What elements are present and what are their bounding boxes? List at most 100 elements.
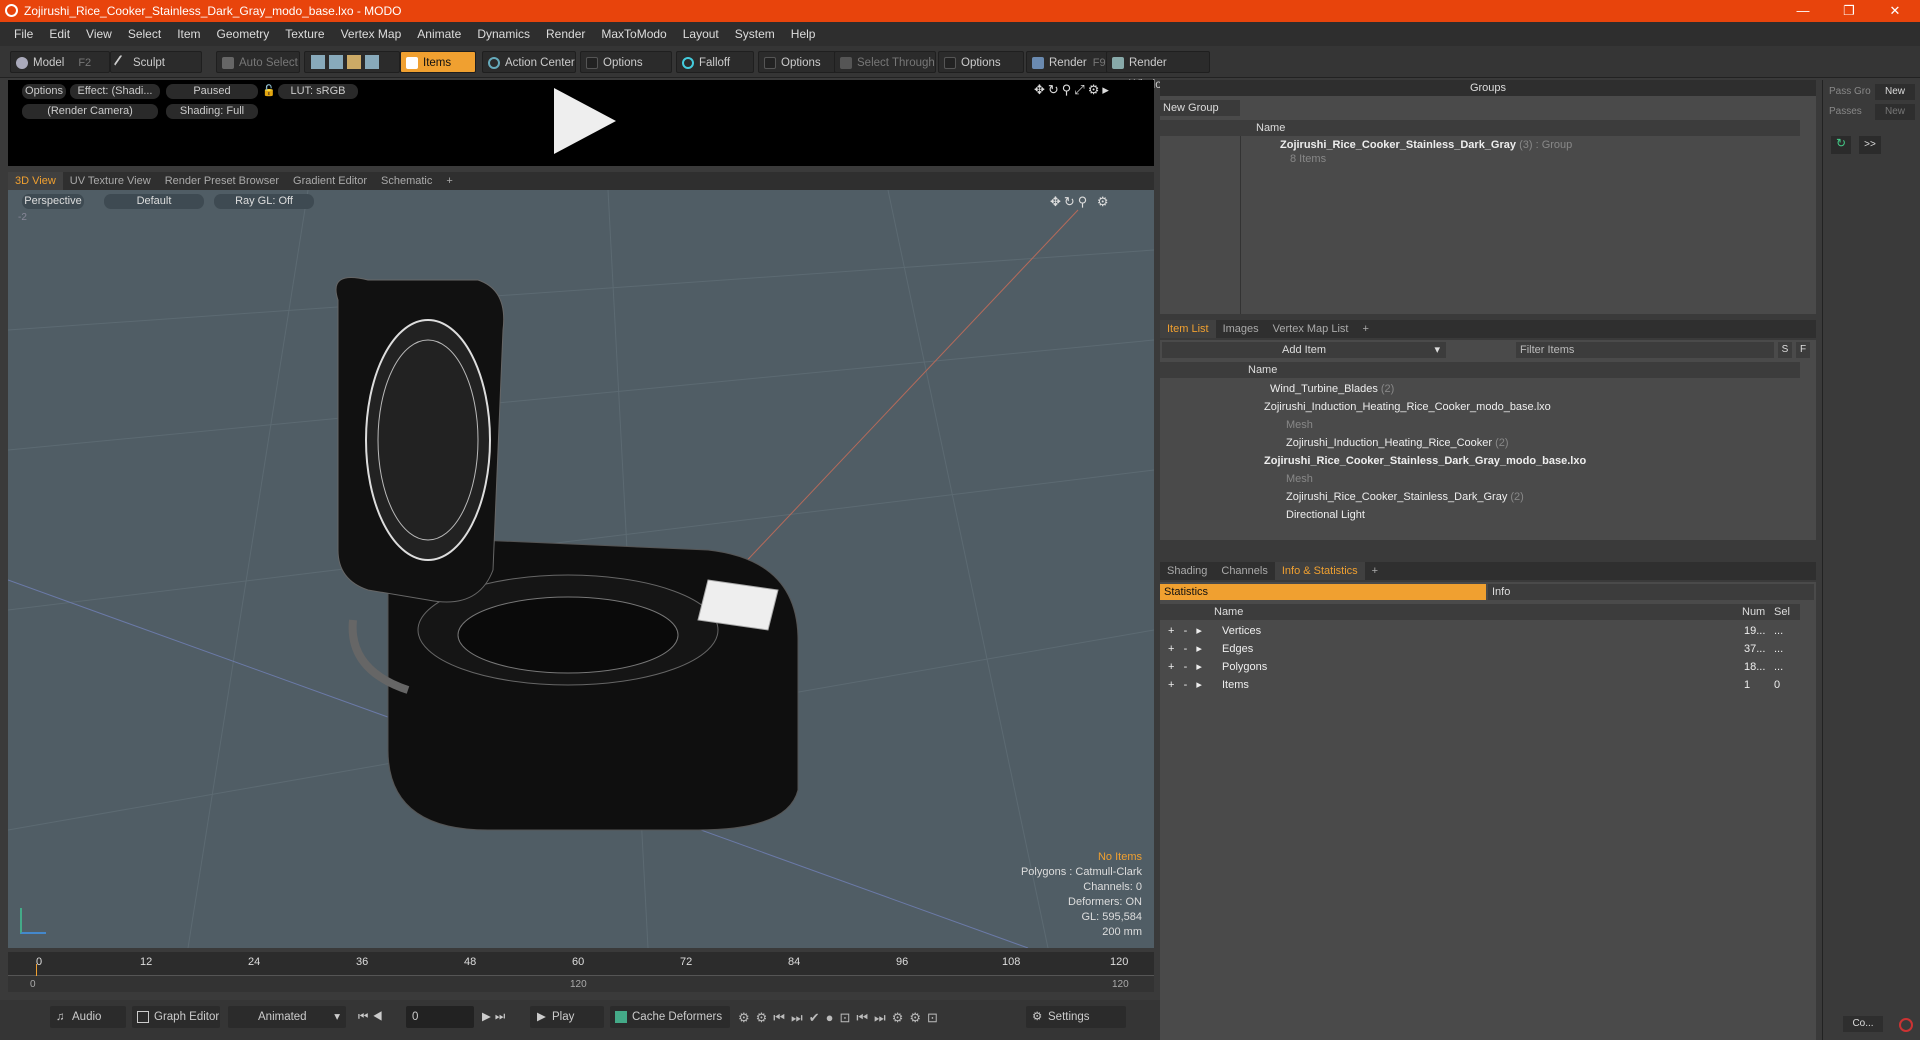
- menu-geometry[interactable]: Geometry: [209, 27, 278, 41]
- menu-edit[interactable]: Edit: [41, 27, 78, 41]
- tab-render-preset-browser[interactable]: Render Preset Browser: [158, 172, 286, 190]
- add-tab-button[interactable]: +: [439, 172, 459, 190]
- shading-dropdown[interactable]: Shading: Full: [166, 104, 258, 119]
- skip-back-controls[interactable]: ⏮◀: [354, 1006, 404, 1028]
- list-item[interactable]: Mesh: [1286, 470, 1313, 488]
- edges-mode-icon[interactable]: [329, 55, 343, 69]
- effect-dropdown[interactable]: Effect: (Shadi...: [70, 84, 160, 99]
- tab-schematic[interactable]: Schematic: [374, 172, 439, 190]
- menu-view[interactable]: View: [78, 27, 120, 41]
- new-pass-group-button[interactable]: New: [1875, 84, 1915, 100]
- action-center-options-button[interactable]: Options: [580, 51, 672, 73]
- statistics-tab[interactable]: Statistics: [1160, 584, 1486, 600]
- menu-maxtomodo[interactable]: MaxToModo: [593, 27, 674, 41]
- falloff-options-button[interactable]: Options: [758, 51, 836, 73]
- menu-item[interactable]: Item: [169, 27, 208, 41]
- menu-layout[interactable]: Layout: [675, 27, 727, 41]
- menu-select[interactable]: Select: [120, 27, 169, 41]
- select-through-button[interactable]: Select Through: [834, 51, 936, 73]
- items-mode-button[interactable]: Items: [400, 51, 476, 73]
- list-item[interactable]: Zojirushi_Induction_Heating_Rice_Cooker …: [1286, 434, 1509, 452]
- polygons-mode-icon[interactable]: [347, 55, 361, 69]
- add-tab-button[interactable]: +: [1355, 320, 1375, 338]
- refresh-icon[interactable]: ↻: [1831, 136, 1851, 154]
- menu-vertex-map[interactable]: Vertex Map: [333, 27, 410, 41]
- close-button[interactable]: ✕: [1872, 0, 1918, 22]
- new-pass-button[interactable]: New: [1875, 104, 1915, 120]
- timeline-ruler[interactable]: 0 12 24 36 48 60 72 84 96 108 120: [8, 952, 1154, 976]
- skip-forward-controls[interactable]: ▶⏭: [478, 1006, 524, 1028]
- add-item-button[interactable]: Add Item ▾: [1162, 342, 1446, 358]
- timeline[interactable]: 0 12 24 36 48 60 72 84 96 108 120 0 120 …: [8, 952, 1154, 992]
- play-preview-icon[interactable]: [554, 88, 616, 154]
- preview-nav-icons[interactable]: ✥↻⚲⤢⚙▸: [1034, 82, 1112, 98]
- menu-file[interactable]: File: [6, 27, 41, 41]
- settings-button[interactable]: ⚙ Settings: [1026, 1006, 1126, 1028]
- new-group-button[interactable]: New Group: [1160, 100, 1240, 116]
- render-window-button[interactable]: Render Window: [1106, 51, 1210, 91]
- command-input[interactable]: Co...: [1843, 1016, 1883, 1032]
- animated-dropdown[interactable]: Animated ▾: [228, 1006, 346, 1028]
- playhead[interactable]: [36, 964, 37, 976]
- key-tool-icons[interactable]: ⚙⚙⏮⏭✔●⊡⏮⏭⚙⚙⊡: [738, 1010, 944, 1026]
- frame-input[interactable]: 0: [406, 1006, 474, 1028]
- audio-button[interactable]: ♫ Audio: [50, 1006, 126, 1028]
- add-tab-button[interactable]: +: [1365, 562, 1385, 580]
- sculpt-mode-button[interactable]: Sculpt: [110, 51, 202, 73]
- tab-3d-view[interactable]: 3D View: [8, 172, 63, 190]
- expand-icon[interactable]: + - ▸: [1168, 640, 1202, 658]
- cache-deformers-button[interactable]: Cache Deformers: [610, 1006, 730, 1028]
- tab-images[interactable]: Images: [1216, 320, 1266, 338]
- lock-icon[interactable]: 🔓: [262, 84, 276, 99]
- filter-items-input[interactable]: Filter Items: [1516, 342, 1774, 358]
- table-row[interactable]: + - ▸ Vertices 19......: [1160, 622, 1800, 640]
- graph-editor-button[interactable]: Graph Editor: [132, 1006, 220, 1028]
- materials-mode-icon[interactable]: [365, 55, 379, 69]
- tab-uv-texture-view[interactable]: UV Texture View: [63, 172, 158, 190]
- info-tab[interactable]: Info: [1488, 584, 1814, 600]
- paused-toggle[interactable]: Paused: [166, 84, 258, 99]
- menu-texture[interactable]: Texture: [277, 27, 332, 41]
- auto-select-button[interactable]: Auto Select: [216, 51, 300, 73]
- tab-item-list[interactable]: Item List: [1160, 320, 1216, 338]
- menu-render[interactable]: Render: [538, 27, 593, 41]
- tab-info-statistics[interactable]: Info & Statistics: [1274, 562, 1365, 580]
- default-style-dropdown[interactable]: Default: [104, 194, 204, 209]
- expand-icon[interactable]: + - ▸: [1168, 622, 1202, 640]
- play-button[interactable]: ▶ Play: [530, 1006, 604, 1028]
- list-item[interactable]: Zojirushi_Rice_Cooker_Stainless_Dark_Gra…: [1264, 452, 1586, 470]
- preview-options-button[interactable]: Options: [22, 84, 66, 99]
- render-button[interactable]: Render F9: [1026, 51, 1108, 73]
- table-row[interactable]: + - ▸ Items 1 0: [1160, 676, 1800, 694]
- tab-shading[interactable]: Shading: [1160, 562, 1214, 580]
- f-filter-button[interactable]: F: [1796, 342, 1810, 358]
- viewport-nav-icons[interactable]: ✥↻⚲ ⚙: [1050, 194, 1112, 210]
- expand-arrows-button[interactable]: >>: [1859, 136, 1881, 154]
- action-center-button[interactable]: Action Center: [482, 51, 576, 73]
- record-icon[interactable]: [1899, 1018, 1913, 1032]
- raygl-toggle[interactable]: Ray GL: Off: [214, 194, 314, 209]
- tab-vertex-map-list[interactable]: Vertex Map List: [1266, 320, 1356, 338]
- vertices-mode-icon[interactable]: [311, 55, 325, 69]
- menu-dynamics[interactable]: Dynamics: [469, 27, 538, 41]
- model-mode-button[interactable]: Model F2: [10, 51, 110, 73]
- maximize-button[interactable]: ❐: [1826, 0, 1872, 22]
- minimize-button[interactable]: —: [1780, 0, 1826, 22]
- list-item[interactable]: Wind_Turbine_Blades (2): [1270, 380, 1394, 398]
- menu-system[interactable]: System: [727, 27, 783, 41]
- s-filter-button[interactable]: S: [1778, 342, 1792, 358]
- tab-channels[interactable]: Channels: [1214, 562, 1274, 580]
- expand-icon[interactable]: + - ▸: [1168, 676, 1202, 694]
- table-row[interactable]: + - ▸ Edges 37......: [1160, 640, 1800, 658]
- perspective-dropdown[interactable]: Perspective: [22, 194, 84, 209]
- list-item[interactable]: Directional Light: [1286, 506, 1365, 524]
- list-item[interactable]: Mesh: [1286, 416, 1313, 434]
- render-camera-dropdown[interactable]: (Render Camera): [22, 104, 158, 119]
- falloff-button[interactable]: Falloff: [676, 51, 754, 73]
- list-item[interactable]: Zojirushi_Induction_Heating_Rice_Cooker_…: [1264, 398, 1551, 416]
- select-through-options-button[interactable]: Options: [938, 51, 1024, 73]
- expand-icon[interactable]: + - ▸: [1168, 658, 1202, 676]
- table-row[interactable]: + - ▸ Polygons 18......: [1160, 658, 1800, 676]
- list-item[interactable]: Zojirushi_Rice_Cooker_Stainless_Dark_Gra…: [1286, 488, 1524, 506]
- lut-dropdown[interactable]: LUT: sRGB: [278, 84, 358, 99]
